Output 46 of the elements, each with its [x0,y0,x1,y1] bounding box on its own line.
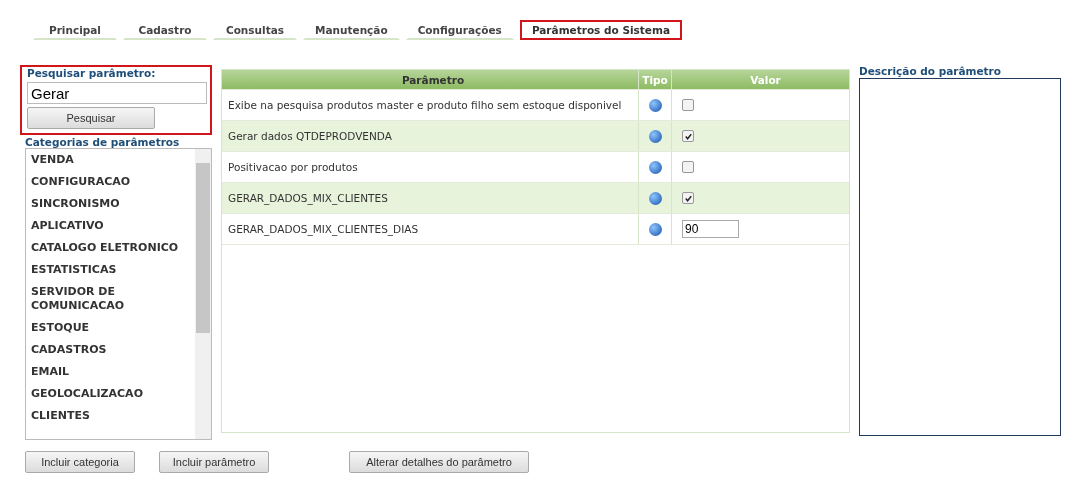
nav-tab[interactable]: Configurações [405,20,514,40]
category-item[interactable]: CLIENTES [31,409,181,423]
categories-title: Categorias de parâmetros [25,136,181,148]
action-button[interactable]: Alterar detalhes do parâmetro [349,451,529,473]
checkbox[interactable] [682,161,694,173]
category-item[interactable]: ESTOQUE [31,321,181,335]
globe-icon [648,129,662,143]
table-cell: GERAR_DADOS_MIX_CLIENTES_DIAS [228,223,419,235]
checkbox[interactable] [682,192,694,204]
category-item[interactable]: VENDA [31,153,181,167]
table-cell: Positivacao por produtos [228,161,358,173]
search-label: Pesquisar parâmetro: [27,67,157,79]
checkbox[interactable] [682,130,694,142]
nav-tab[interactable]: Principal [33,20,117,40]
nav-tab[interactable]: Manutenção [303,20,400,40]
search-button[interactable]: Pesquisar [27,107,155,129]
globe-icon [648,160,662,174]
table-cell: GERAR_DADOS_MIX_CLIENTES [228,192,388,204]
action-button[interactable]: Incluir parâmetro [159,451,269,473]
globe-icon [648,98,662,112]
scrollbar[interactable] [195,149,211,439]
category-item[interactable]: APLICATIVO [31,219,181,233]
category-item[interactable]: EMAIL [31,365,181,379]
table-cell: Gerar dados QTDEPRODVENDA [228,130,392,142]
category-item[interactable]: CADASTROS [31,343,181,357]
category-item[interactable]: SERVIDOR DE COMUNICACAO [31,285,181,313]
column-header: Valor [749,72,782,88]
category-item[interactable]: CATALOGO ELETRONICO [31,241,181,255]
globe-icon [648,222,662,236]
nav-tab[interactable]: Consultas [213,20,297,40]
checkbox[interactable] [682,99,694,111]
column-header: Tipo [639,70,672,89]
description-title: Descrição do parâmetro [859,65,1002,77]
table-cell: Exibe na pesquisa produtos master e produto filho sem estoque disponivel [228,99,622,111]
column-header: Parâmetro [222,70,639,89]
category-item[interactable]: GEOLOCALIZACAO [31,387,181,401]
value-field[interactable]: 90 [682,220,739,238]
description-field[interactable] [859,78,1061,436]
globe-icon [648,191,662,205]
nav-tab[interactable]: Parâmetros do Sistema [519,20,682,40]
category-item[interactable]: SINCRONISMO [31,197,181,211]
category-item[interactable]: ESTATISTICAS [31,263,181,277]
category-item[interactable]: CONFIGURACAO [31,175,181,189]
action-button[interactable]: Incluir categoria [25,451,135,473]
nav-tab[interactable]: Cadastro [123,20,207,40]
search-field[interactable]: Gerar [27,82,207,104]
